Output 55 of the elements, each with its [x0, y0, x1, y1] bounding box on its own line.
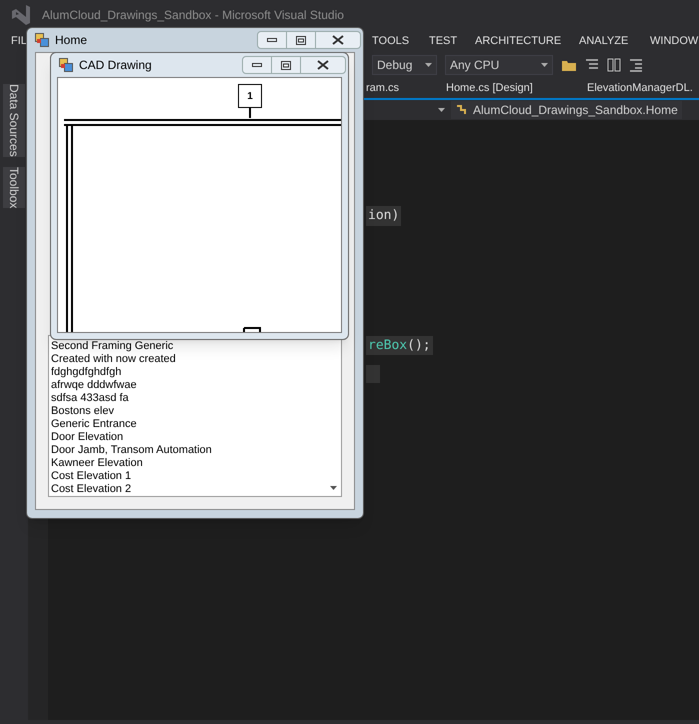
list-item[interactable]: Bostons elev: [51, 405, 114, 418]
list-item[interactable]: sdfsa 433asd fa: [51, 392, 129, 405]
list-item[interactable]: Door Elevation: [51, 431, 124, 444]
class-dropdown[interactable]: AlumCloud_Drawings_Sandbox.Home: [451, 101, 682, 119]
list-item[interactable]: Cost Elevation 1: [51, 470, 132, 483]
list-item[interactable]: afrwqe dddwfwae: [51, 379, 137, 392]
app-icon: [35, 33, 49, 47]
marker-tag: 1: [238, 84, 262, 108]
document-tab[interactable]: ElevationManagerDL.: [587, 82, 693, 94]
list-item[interactable]: Kawneer Elevation: [51, 457, 143, 470]
close-icon: [332, 35, 344, 45]
list-icon[interactable]: [585, 58, 599, 72]
maximize-icon: [281, 60, 291, 70]
configuration-dropdown[interactable]: Debug: [372, 55, 437, 75]
minimize-button[interactable]: [257, 31, 287, 49]
maximize-icon: [296, 36, 306, 44]
window-title: AlumCloud_Drawings_Sandbox - Microsoft Visual Studio: [42, 7, 344, 24]
window-title: Home: [55, 32, 88, 49]
menu-item[interactable]: WINDOW: [650, 33, 698, 50]
close-button[interactable]: [300, 56, 346, 74]
class-icon: [455, 104, 469, 116]
maximize-button[interactable]: [287, 31, 315, 49]
window-title: CAD Drawing: [79, 57, 152, 74]
minimize-icon: [252, 63, 262, 67]
list-item[interactable]: Second Framing Generic: [51, 340, 174, 353]
platform-dropdown[interactable]: Any CPU: [445, 55, 553, 75]
minimize-button[interactable]: [242, 56, 272, 74]
list-item[interactable]: Generic Entrance: [51, 418, 137, 431]
side-tab[interactable]: Toolbox: [3, 166, 25, 208]
caret-icon: [541, 63, 548, 67]
columns-icon[interactable]: [607, 58, 621, 72]
indent-icon[interactable]: [629, 58, 643, 72]
menu-item[interactable]: FIL: [11, 33, 27, 50]
logo-icon: [10, 4, 32, 26]
folder-icon[interactable]: [561, 58, 577, 72]
side-tab[interactable]: Data Sources: [3, 84, 25, 157]
minimize-icon: [267, 38, 277, 42]
caret-icon: [425, 63, 432, 67]
scroll-down-icon[interactable]: [330, 486, 337, 490]
menu-item[interactable]: TEST: [429, 33, 458, 50]
menu-item[interactable]: ARCHITECTURE: [475, 33, 562, 50]
list-item[interactable]: Door Jamb, Transom Automation: [51, 444, 212, 457]
elevation-list[interactable]: [48, 335, 342, 497]
list-item[interactable]: Created with now created: [51, 353, 176, 366]
menu-item[interactable]: ANALYZE: [579, 33, 628, 50]
maximize-button[interactable]: [272, 56, 300, 74]
document-tab[interactable]: ram.cs: [366, 82, 399, 94]
list-item[interactable]: Cost Elevation 2: [51, 483, 132, 496]
close-button[interactable]: [315, 31, 361, 49]
caret-icon: [438, 108, 445, 112]
close-icon: [317, 60, 329, 70]
document-tab[interactable]: Home.cs [Design]: [446, 82, 533, 94]
app-icon: [59, 58, 73, 72]
list-item[interactable]: fdghgdfghdfgh: [51, 366, 122, 379]
menu-item[interactable]: TOOLS: [372, 33, 410, 50]
